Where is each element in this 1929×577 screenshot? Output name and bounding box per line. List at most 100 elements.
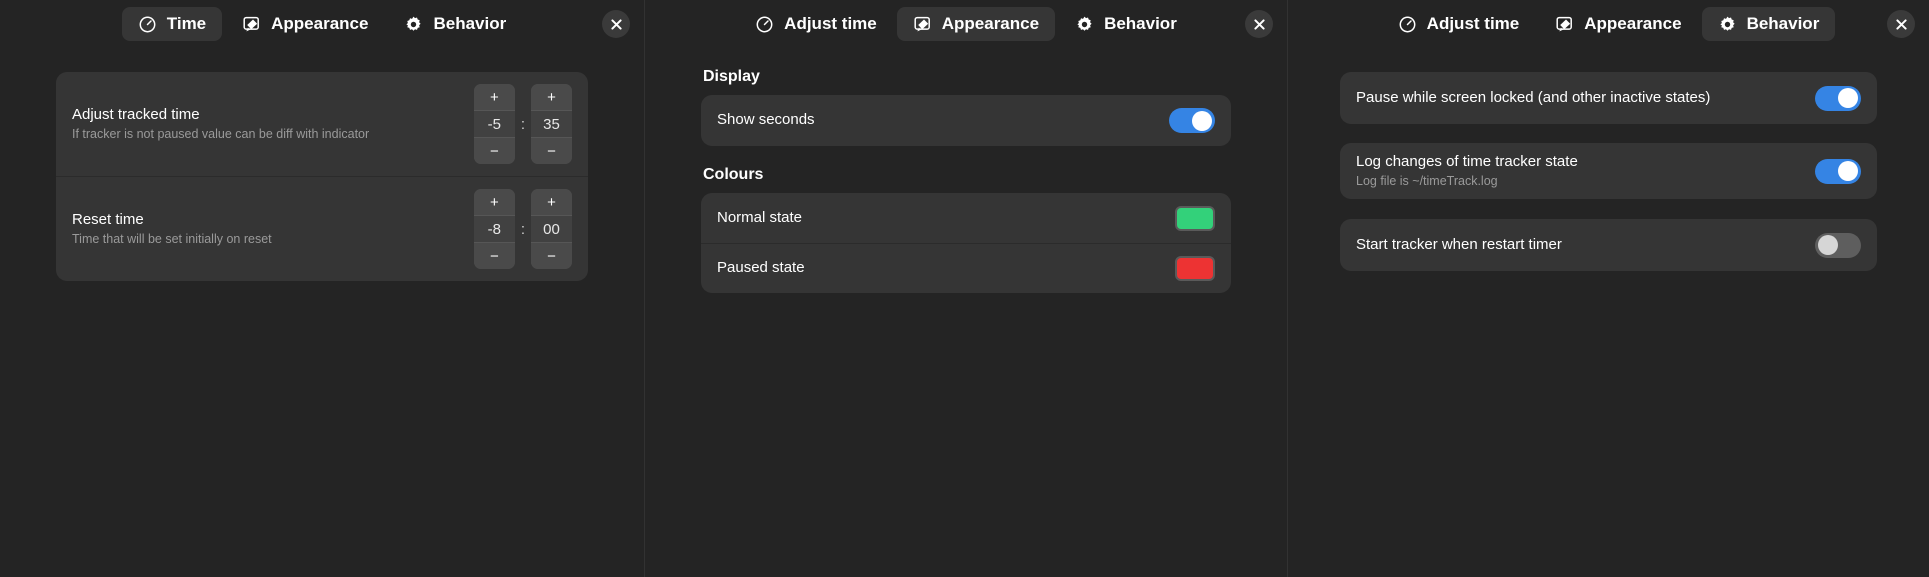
close-button-behavior[interactable] — [1887, 10, 1915, 38]
clock-icon — [1398, 15, 1417, 34]
hours-decrement-button-reset[interactable]: − — [473, 243, 515, 269]
row-adjust-tracked-time: Adjust tracked time If tracker is not pa… — [56, 72, 588, 176]
time-separator-reset: : — [520, 220, 525, 238]
start-tracker-on-restart-toggle[interactable] — [1815, 232, 1861, 258]
tab-bar-appearance: Adjust time Appearance Behavior — [739, 7, 1193, 41]
tab-behavior[interactable]: Behavior — [1701, 7, 1836, 41]
tab-time[interactable]: Time — [121, 7, 223, 41]
content-time: Adjust tracked time If tracker is not pa… — [0, 72, 644, 281]
normal-state-colour-swatch[interactable] — [1175, 205, 1215, 231]
section-title-colours: Colours — [703, 166, 764, 183]
hours-stepper-adjust: + -5 − — [473, 84, 515, 164]
header-bar-time: Time Appearance Behavior — [0, 0, 644, 48]
minutes-increment-button-reset[interactable]: + — [531, 189, 572, 215]
reset-time-stepper-group: + -8 − : + 00 − — [473, 189, 572, 269]
paused-state-colour-swatch[interactable] — [1175, 256, 1215, 281]
row-show-seconds: Show seconds — [701, 95, 1231, 146]
row-start-tracker-on-restart: Start tracker when restart timer — [1340, 219, 1877, 271]
tab-adjust-time[interactable]: Adjust time — [739, 7, 893, 41]
row-subtitle: Time that will be set initially on reset — [72, 231, 272, 246]
settings-windows-row: Time Appearance Behavior Adjust tracked … — [0, 0, 1929, 577]
row-paused-state: Paused state — [701, 243, 1231, 293]
tab-behavior[interactable]: Behavior — [1059, 7, 1193, 41]
settings-window-appearance: Adjust time Appearance Behavior Display … — [645, 0, 1288, 577]
colours-card: Normal state Paused state — [701, 193, 1231, 293]
hours-stepper-reset: + -8 − — [473, 189, 515, 269]
paintbrush-icon — [913, 15, 932, 34]
row-title: Reset time — [72, 210, 144, 228]
minutes-value-reset: 00 — [531, 215, 572, 243]
content-appearance: Display Show seconds Colours Normal stat… — [645, 68, 1287, 293]
start-tracker-card: Start tracker when restart timer — [1340, 219, 1877, 271]
toggle-knob — [1838, 161, 1858, 181]
close-button-time[interactable] — [602, 10, 630, 38]
clock-icon — [755, 15, 774, 34]
minutes-stepper-adjust: + 35 − — [531, 84, 572, 164]
toggle-knob — [1192, 110, 1212, 131]
close-button-appearance[interactable] — [1245, 10, 1273, 38]
tab-appearance-label: Appearance — [271, 14, 369, 33]
row-normal-state: Normal state — [701, 193, 1231, 243]
settings-window-time: Time Appearance Behavior Adjust tracked … — [0, 0, 645, 577]
tab-behavior[interactable]: Behavior — [388, 7, 522, 41]
row-title: Show seconds — [717, 111, 815, 129]
gear-icon — [404, 15, 423, 34]
tab-behavior-label: Behavior — [1746, 14, 1820, 33]
row-title: Adjust tracked time — [72, 105, 200, 123]
row-title: Start tracker when restart timer — [1356, 235, 1562, 253]
log-changes-card: Log changes of time tracker state Log fi… — [1340, 143, 1877, 199]
pause-while-screen-locked-toggle[interactable] — [1815, 85, 1861, 111]
row-reset-time: Reset time Time that will be set initial… — [56, 176, 588, 281]
tab-appearance-label: Appearance — [1584, 14, 1682, 33]
hours-increment-button-reset[interactable]: + — [473, 189, 515, 215]
clock-icon — [138, 15, 157, 34]
tab-appearance[interactable]: Appearance — [1539, 7, 1697, 41]
tab-behavior-label: Behavior — [433, 14, 507, 33]
hours-increment-button-adjust[interactable]: + — [473, 84, 515, 110]
log-changes-toggle[interactable] — [1815, 158, 1861, 184]
tab-appearance[interactable]: Appearance — [896, 7, 1056, 41]
row-log-changes-texts: Log changes of time tracker state Log fi… — [1356, 153, 1578, 189]
tab-appearance[interactable]: Appearance — [226, 7, 384, 41]
row-log-changes: Log changes of time tracker state Log fi… — [1340, 143, 1877, 199]
minutes-value-adjust: 35 — [531, 110, 572, 138]
tab-adjust-time-label: Adjust time — [1426, 14, 1520, 33]
time-separator-adjust: : — [520, 115, 525, 133]
toggle-knob — [1838, 88, 1858, 108]
tab-adjust-time[interactable]: Adjust time — [1382, 7, 1536, 41]
header-bar-appearance: Adjust time Appearance Behavior — [645, 0, 1287, 48]
settings-window-behavior: Adjust time Appearance Behavior Pause wh… — [1288, 0, 1929, 577]
row-pause-while-screen-locked: Pause while screen locked (and other ina… — [1340, 72, 1877, 124]
display-card: Show seconds — [701, 95, 1231, 146]
row-subtitle: If tracker is not paused value can be di… — [72, 126, 370, 141]
hours-value-adjust: -5 — [473, 110, 515, 138]
tab-appearance-label: Appearance — [941, 14, 1040, 33]
tab-time-label: Time — [166, 14, 207, 33]
pause-while-locked-card: Pause while screen locked (and other ina… — [1340, 72, 1877, 124]
row-title: Pause while screen locked (and other ina… — [1356, 88, 1711, 106]
content-behavior: Pause while screen locked (and other ina… — [1288, 72, 1929, 271]
hours-value-reset: -8 — [473, 215, 515, 243]
minutes-decrement-button-adjust[interactable]: − — [531, 138, 572, 164]
gear-icon — [1075, 15, 1094, 34]
tab-bar-behavior: Adjust time Appearance Behavior — [1382, 7, 1836, 41]
paintbrush-icon — [242, 15, 261, 34]
row-title: Normal state — [717, 208, 803, 226]
row-title: Paused state — [717, 259, 805, 277]
show-seconds-toggle[interactable] — [1169, 108, 1215, 133]
tab-adjust-time-label: Adjust time — [784, 14, 877, 33]
header-bar-behavior: Adjust time Appearance Behavior — [1288, 0, 1929, 48]
hours-decrement-button-adjust[interactable]: − — [473, 138, 515, 164]
row-title: Log changes of time tracker state — [1356, 152, 1578, 170]
gear-icon — [1718, 15, 1737, 34]
minutes-decrement-button-reset[interactable]: − — [531, 243, 572, 269]
row-adjust-tracked-time-texts: Adjust tracked time If tracker is not pa… — [72, 106, 369, 142]
section-title-display: Display — [703, 68, 760, 85]
row-subtitle: Log file is ~/timeTrack.log — [1356, 173, 1498, 188]
adjust-tracked-time-stepper-group: + -5 − : + 35 − — [473, 84, 572, 164]
row-reset-time-texts: Reset time Time that will be set initial… — [72, 211, 272, 247]
minutes-stepper-reset: + 00 − — [531, 189, 572, 269]
time-settings-card: Adjust tracked time If tracker is not pa… — [56, 72, 588, 281]
tab-bar-time: Time Appearance Behavior — [121, 7, 522, 41]
minutes-increment-button-adjust[interactable]: + — [531, 84, 572, 110]
